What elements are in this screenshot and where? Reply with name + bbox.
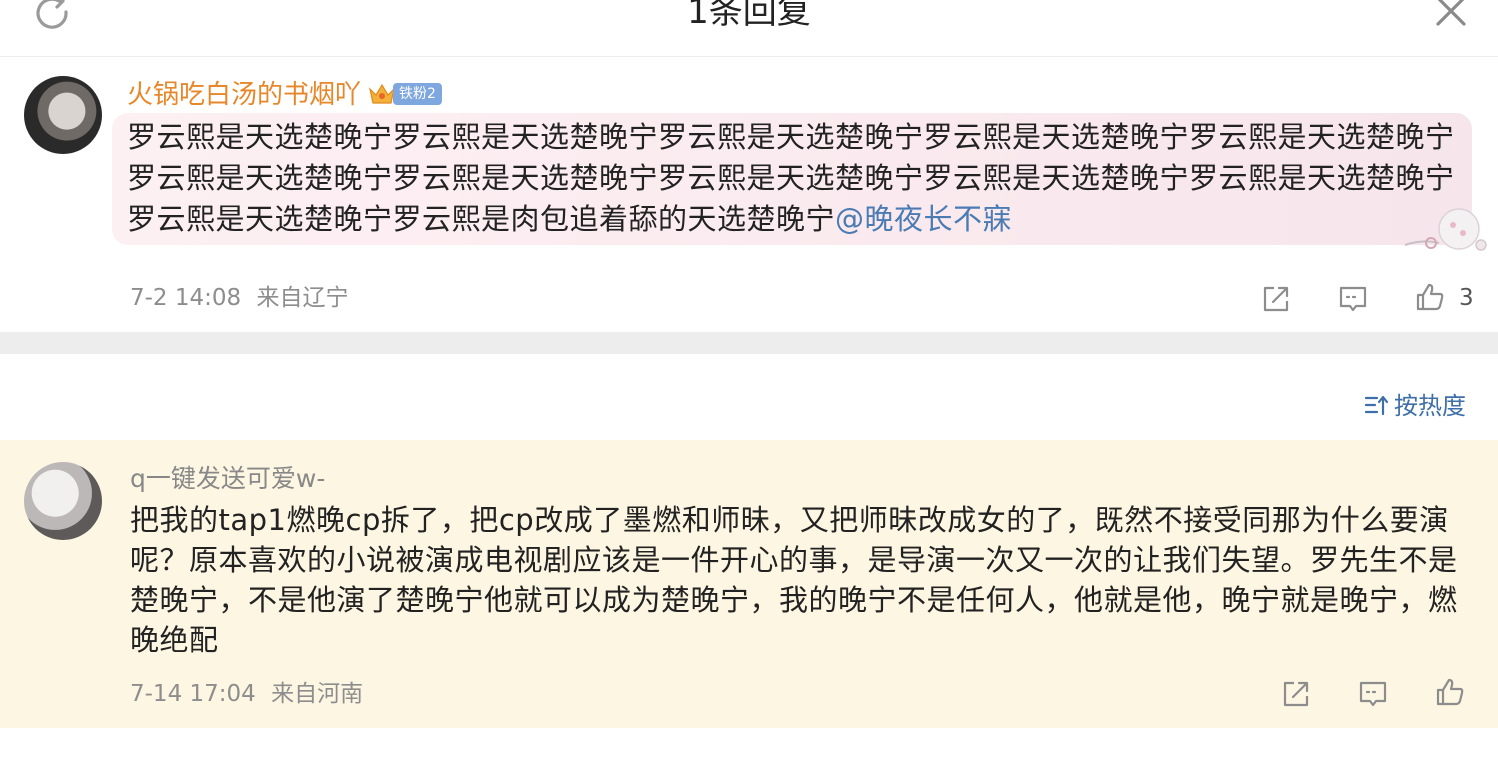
close-icon[interactable]	[1430, 0, 1470, 32]
username[interactable]: 火锅吃白汤的书烟吖	[127, 77, 361, 113]
reply-text: 把我的tap1燃晚cp拆了，把cp改成了墨燃和师昧，又把师昧改成女的了，既然不接…	[130, 503, 1458, 657]
header-bar: 1条回复	[0, 0, 1498, 57]
comment-body: 罗云熙是天选楚晚宁罗云熙是天选楚晚宁罗云熙是天选楚晚宁罗云熙是天选楚晚宁罗云熙是…	[127, 120, 1455, 236]
avatar[interactable]	[24, 76, 102, 154]
like-count: 3	[1459, 285, 1474, 311]
sort-label: 按热度	[1394, 392, 1466, 420]
mention-link[interactable]: @晚夜长不寐	[835, 202, 1012, 236]
sort-button[interactable]: 按热度	[1364, 390, 1466, 422]
page-title: 1条回复	[687, 0, 811, 32]
comment-text: 罗云熙是天选楚晚宁罗云熙是天选楚晚宁罗云熙是天选楚晚宁罗云熙是天选楚晚宁罗云熙是…	[127, 117, 1467, 240]
comment-reply-page: 1条回复 火锅吃白汤的书烟吖 铁粉2 罗云熙是天选楚晚宁罗云熙是天选楚晚宁罗云熙…	[0, 0, 1498, 781]
location: 来自辽宁	[256, 285, 349, 311]
reply-meta: 7-14 17:04 来自河南	[130, 678, 363, 710]
main-comment: 火锅吃白汤的书烟吖 铁粉2 罗云熙是天选楚晚宁罗云熙是天选楚晚宁罗云熙是天选楚晚…	[0, 57, 1498, 332]
reply-comment: q一键发送可爱w- 把我的tap1燃晚cp拆了，把cp改成了墨燃和师昧，又把师昧…	[0, 440, 1498, 728]
fan-badge: 铁粉2	[393, 83, 442, 105]
comment-icon[interactable]	[1357, 678, 1389, 710]
sort-icon	[1364, 395, 1389, 416]
crown-icon	[368, 83, 396, 104]
like-icon[interactable]	[1434, 676, 1466, 708]
timestamp: 7-2 14:08	[130, 285, 242, 311]
username[interactable]: q一键发送可爱w-	[130, 462, 325, 496]
location: 来自河南	[271, 681, 364, 707]
share-icon[interactable]	[1260, 283, 1292, 315]
share-icon[interactable]	[1280, 678, 1312, 710]
avatar[interactable]	[24, 462, 102, 540]
section-divider	[0, 332, 1498, 354]
comment-meta: 7-2 14:08 来自辽宁	[130, 282, 348, 314]
comment-icon[interactable]	[1337, 283, 1369, 315]
timestamp: 7-14 17:04	[130, 681, 256, 707]
bubble-decoration-icon	[1404, 208, 1487, 251]
like-icon[interactable]	[1414, 281, 1446, 313]
